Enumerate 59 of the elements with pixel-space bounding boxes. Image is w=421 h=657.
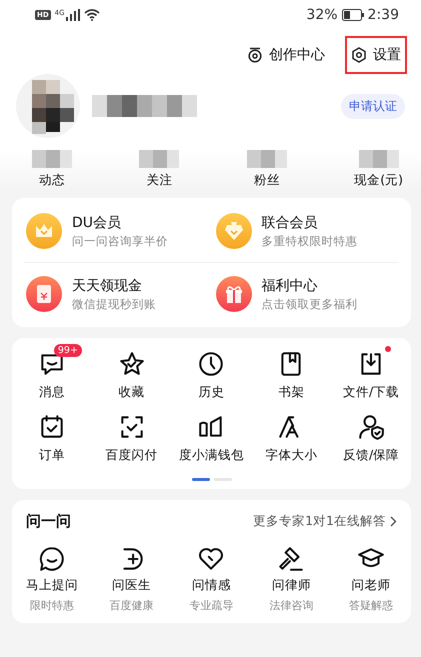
crown-icon bbox=[26, 213, 62, 249]
membership-subtitle: 多重特权限时特惠 bbox=[262, 234, 358, 248]
stat-label[interactable]: 动态 bbox=[39, 172, 65, 189]
blurred-number bbox=[139, 150, 180, 168]
stat-label[interactable]: 现金(元) bbox=[354, 172, 403, 189]
battery-icon bbox=[342, 9, 364, 21]
tool-label[interactable]: 消息 bbox=[38, 384, 65, 401]
creator-center-button[interactable]: 创作中心 bbox=[241, 36, 331, 74]
stat-label[interactable]: 关注 bbox=[146, 172, 172, 189]
tool-label[interactable]: 订单 bbox=[38, 447, 65, 464]
gavel-icon[interactable] bbox=[277, 545, 306, 573]
tool-label[interactable]: 百度闪付 bbox=[106, 447, 158, 464]
stat-label[interactable]: 粉丝 bbox=[254, 172, 280, 189]
badge-icon bbox=[216, 213, 252, 249]
chevron-right-icon bbox=[390, 516, 397, 527]
membership-title[interactable]: DU会员 bbox=[72, 214, 168, 232]
expert-subtitle: 限时特惠 bbox=[30, 598, 74, 613]
expert-subtitle: 专业疏导 bbox=[189, 598, 234, 613]
settings-icon bbox=[351, 47, 367, 63]
more-experts-link[interactable]: 更多专家1对1在线解答 bbox=[253, 513, 386, 530]
shield-icon[interactable] bbox=[357, 413, 386, 441]
membership-subtitle: 微信提现秒到账 bbox=[72, 296, 156, 312]
clock-icon[interactable] bbox=[197, 350, 226, 378]
settings-button[interactable]: 设置 bbox=[345, 36, 407, 74]
clock-time: 2:39 bbox=[368, 7, 399, 23]
wifi-icon bbox=[84, 9, 100, 21]
tool-label[interactable]: 度小满钱包 bbox=[178, 447, 244, 464]
tool-label[interactable]: 收藏 bbox=[118, 384, 145, 401]
tool-label[interactable]: 字体大小 bbox=[265, 447, 318, 464]
gift-icon bbox=[216, 276, 252, 312]
chat-icon[interactable] bbox=[38, 545, 66, 573]
expert-title[interactable]: 马上提问 bbox=[26, 577, 78, 594]
expert-title[interactable]: 问律师 bbox=[272, 577, 311, 594]
envelope-icon bbox=[26, 276, 62, 312]
expert-subtitle: 百度健康 bbox=[110, 598, 154, 613]
blurred-number bbox=[32, 150, 72, 168]
camera-icon bbox=[247, 47, 263, 63]
expert-subtitle: 答疑解惑 bbox=[349, 598, 394, 613]
star-icon[interactable] bbox=[118, 350, 146, 378]
expert-title[interactable]: 问医生 bbox=[112, 577, 152, 594]
signal-icon bbox=[66, 9, 80, 21]
blurred-number bbox=[246, 150, 287, 168]
verify-button[interactable]: 申请认证 bbox=[341, 94, 405, 118]
expert-title[interactable]: 问情感 bbox=[192, 577, 231, 594]
membership-title[interactable]: 天天领现金 bbox=[72, 276, 156, 294]
battery-percent: 32% bbox=[306, 7, 338, 23]
membership-subtitle: 问一问咨询享半价 bbox=[72, 234, 168, 248]
expert-subtitle: 法律咨询 bbox=[269, 598, 314, 613]
tool-label[interactable]: 反馈/保障 bbox=[342, 447, 400, 464]
tool-label[interactable]: 文件/下载 bbox=[342, 384, 400, 401]
blurred-number bbox=[358, 150, 399, 168]
expert-title[interactable]: 问老师 bbox=[352, 577, 391, 594]
tool-label[interactable]: 历史 bbox=[198, 384, 224, 401]
membership-subtitle: 点击领取更多福利 bbox=[262, 296, 358, 312]
count-badge: 99+ bbox=[54, 344, 82, 357]
section-title: 问一问 bbox=[26, 512, 71, 531]
membership-title[interactable]: 福利中心 bbox=[262, 276, 358, 294]
membership-title[interactable]: 联合会员 bbox=[262, 214, 358, 232]
tool-label[interactable]: 书架 bbox=[278, 384, 304, 401]
